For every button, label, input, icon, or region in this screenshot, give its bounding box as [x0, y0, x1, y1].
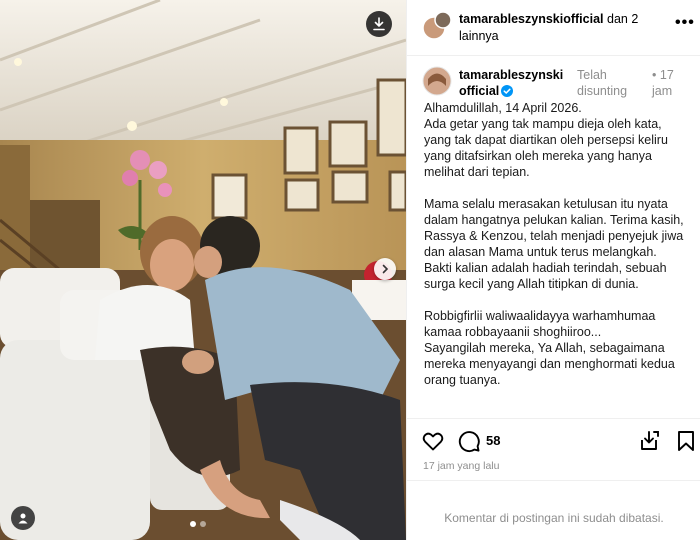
- caption-time: • 17 jam: [652, 67, 682, 99]
- comment-footer: Komentar di postingan ini sudah dibatasi…: [407, 480, 700, 540]
- bookmark-icon[interactable]: [674, 429, 698, 453]
- heart-icon[interactable]: [421, 429, 445, 453]
- post-header: tamarableszynskiofficial dan 2 lainnya •…: [407, 0, 700, 56]
- meta-separator: •: [652, 68, 657, 82]
- share-icon[interactable]: [637, 429, 661, 453]
- user-icon: [18, 513, 28, 524]
- post-actions: 58 17 jam yang lalu: [407, 418, 700, 478]
- avatar[interactable]: [422, 66, 452, 96]
- download-icon: [373, 17, 385, 31]
- verified-badge-icon: [501, 85, 514, 97]
- caption-section: tamarableszynski official Telah disuntin…: [407, 57, 700, 417]
- carousel-next-button[interactable]: [374, 258, 396, 280]
- caption-username[interactable]: tamarableszynski official: [459, 67, 569, 99]
- carousel-dot: [200, 521, 206, 527]
- avatar[interactable]: [422, 10, 452, 40]
- chevron-right-icon: [382, 264, 389, 274]
- post-side-panel: tamarableszynskiofficial dan 2 lainnya •…: [406, 0, 700, 540]
- download-button[interactable]: [366, 11, 392, 37]
- comments-disabled-notice: Komentar di postingan ini sudah dibatasi…: [444, 511, 664, 525]
- header-username[interactable]: tamarableszynskiofficial: [459, 12, 604, 26]
- post-media[interactable]: [0, 0, 406, 540]
- carousel-dot: [190, 521, 196, 527]
- post-photo: [0, 0, 406, 540]
- carousel-indicator: [190, 521, 206, 527]
- more-options-button[interactable]: •••: [675, 14, 695, 32]
- comment-count[interactable]: 58: [486, 433, 500, 448]
- caption-text: Alhamdulillah, 14 April 2026. Ada getar …: [424, 101, 684, 387]
- comment-icon[interactable]: [457, 429, 481, 453]
- caption-timestamp[interactable]: 17 jam: [652, 68, 674, 98]
- post-timestamp[interactable]: 17 jam yang lalu: [423, 460, 499, 472]
- tagged-users-button[interactable]: [11, 506, 35, 530]
- caption-edited-meta: Telah disunting: [577, 67, 635, 99]
- edited-label: Telah disunting: [577, 68, 628, 98]
- post-authors: tamarableszynskiofficial dan 2 lainnya: [459, 11, 659, 45]
